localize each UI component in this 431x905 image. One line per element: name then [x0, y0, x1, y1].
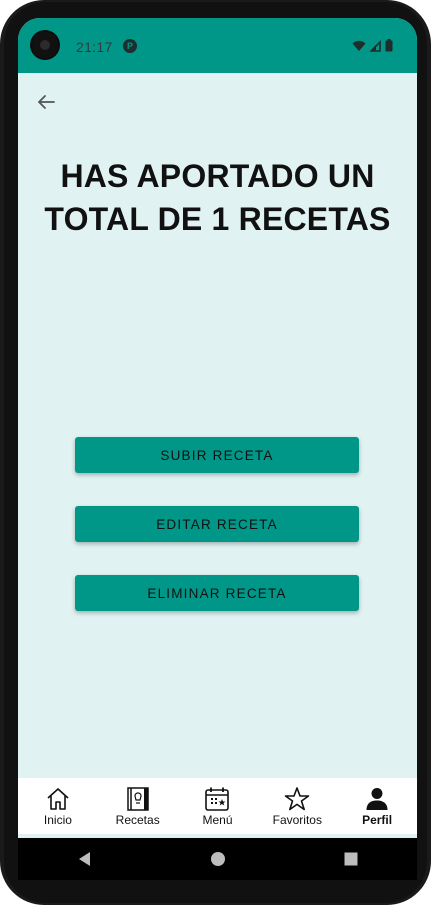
nav-item-favoritos[interactable]: Favoritos [257, 778, 337, 834]
nav-label-inicio: Inicio [43, 813, 72, 827]
front-camera [32, 32, 58, 58]
home-icon [47, 788, 69, 810]
back-button[interactable] [34, 90, 58, 114]
nav-label-menu: Menú [202, 813, 233, 827]
calendar-icon [205, 787, 230, 811]
nav-label-recetas: Recetas [115, 813, 160, 827]
status-icons [352, 39, 393, 52]
upload-recipe-button[interactable]: SUBIR RECETA [75, 437, 359, 473]
triangle-back-icon[interactable] [77, 851, 93, 867]
status-time: 21:17 [76, 39, 113, 55]
signal-icon [370, 39, 381, 52]
person-icon [366, 788, 388, 810]
star-icon [284, 787, 310, 811]
nav-item-menu[interactable]: Menú [178, 778, 258, 834]
square-recents-icon[interactable] [343, 851, 359, 867]
contribution-headline: HAS APORTADO UN TOTAL DE 1 RECETAS [44, 158, 391, 237]
nav-item-recetas[interactable]: Recetas [98, 778, 178, 834]
nav-item-inicio[interactable]: Inicio [18, 778, 98, 834]
recipe-book-icon [126, 787, 149, 811]
app-screen: 21:17 P HAS APORTADO UN TOTAL DE 1 RECET… [18, 18, 417, 863]
status-bar: 21:17 P [18, 18, 417, 73]
system-navigation-bar [18, 838, 417, 880]
bottom-navigation: Inicio Recetas Menú Favoritos Perfil [18, 778, 417, 834]
edit-recipe-button[interactable]: EDITAR RECETA [75, 506, 359, 542]
nav-label-perfil: Perfil [362, 813, 393, 827]
wifi-icon [352, 40, 366, 51]
battery-icon [385, 39, 393, 52]
arrow-left-icon [38, 95, 55, 109]
circle-home-icon[interactable] [210, 851, 226, 867]
nav-item-perfil[interactable]: Perfil [337, 778, 417, 834]
nav-label-favoritos: Favoritos [272, 813, 322, 827]
app-notification-icon: P [123, 39, 137, 53]
delete-recipe-button[interactable]: ELIMINAR RECETA [75, 575, 359, 611]
